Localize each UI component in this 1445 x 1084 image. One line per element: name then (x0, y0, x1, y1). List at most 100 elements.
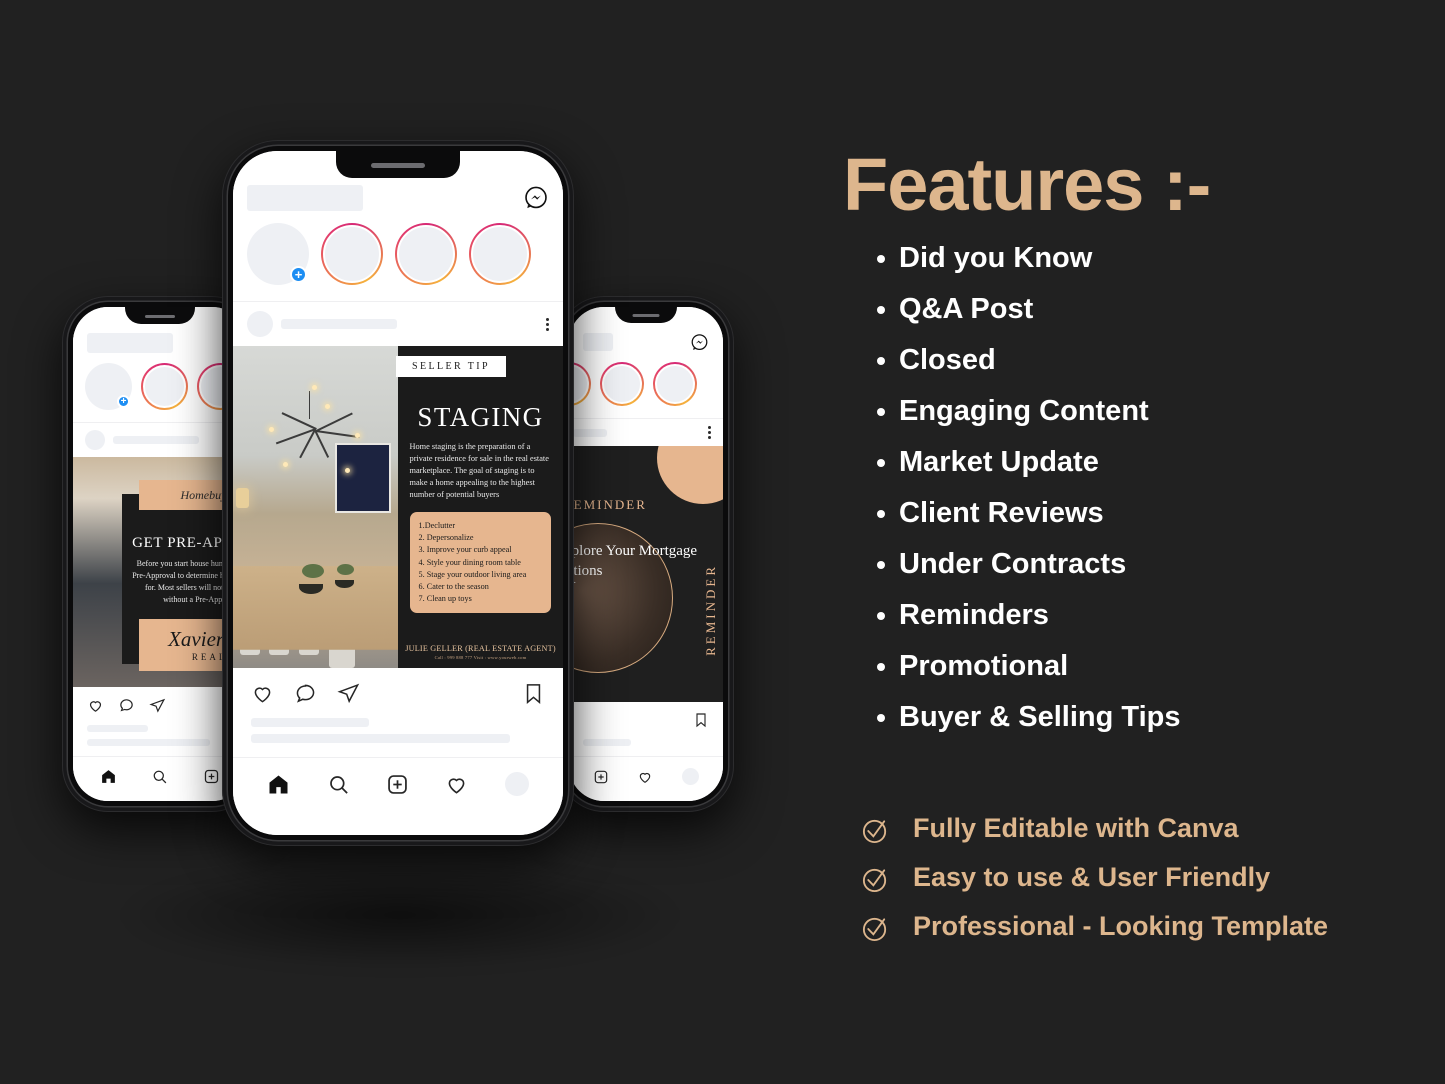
features-list: Did you Know Q&A Post Closed Engaging Co… (843, 244, 1403, 732)
feature-item: Closed (843, 346, 1403, 375)
artwork-body: Home staging is the preparation of a pri… (409, 442, 549, 500)
post-caption-right (569, 732, 723, 756)
story-your-story[interactable]: + (247, 223, 309, 285)
story-your-story[interactable]: + (85, 363, 132, 410)
home-icon[interactable] (267, 773, 290, 796)
add-post-icon[interactable] (386, 773, 409, 796)
add-post-icon[interactable] (203, 768, 220, 785)
avatar[interactable] (85, 430, 105, 450)
artwork-title: STAGING (417, 402, 544, 432)
story-item[interactable] (321, 223, 383, 285)
stories-tray[interactable]: + (233, 211, 563, 301)
post-image-right[interactable]: REMINDER Explore Your Mortgage Options R… (569, 446, 723, 702)
home-icon[interactable] (100, 768, 117, 785)
features-panel: Features :- Did you Know Q&A Post Closed… (843, 148, 1403, 754)
more-options-icon[interactable] (546, 317, 549, 331)
activity-icon[interactable] (637, 769, 653, 785)
caption-line (87, 725, 149, 732)
benefit-label: Fully Editable with Canva (913, 813, 1239, 843)
chandelier-bulb (312, 384, 318, 390)
earpiece-speaker (145, 314, 175, 318)
post-actions-right[interactable] (569, 702, 723, 732)
chandelier-stem (308, 391, 310, 420)
bottom-tabbar-left[interactable] (73, 756, 247, 801)
story-item[interactable] (653, 362, 697, 406)
post-caption-left (73, 718, 247, 756)
artwork-footer: JULIE GELLER (REAL ESTATE AGENT) Call : … (398, 644, 563, 660)
artwork-top-label: REMINDER (569, 497, 647, 513)
benefit-row: Professional - Looking Template (860, 910, 1420, 944)
post-artwork-staging: SELLER TIP STAGING Home staging is the p… (233, 346, 563, 668)
search-icon[interactable] (327, 773, 350, 796)
story-item[interactable] (600, 362, 644, 406)
share-icon[interactable] (149, 697, 166, 714)
check-circle-icon (860, 815, 891, 846)
phone-notch (125, 307, 195, 324)
post-artwork-pre-approved: Homebuying Tips GET PRE-APPROVED Before … (73, 457, 247, 687)
agent-contact: Call : 999 888 777 Visit : www.yourweb.c… (434, 655, 527, 660)
bottom-tabbar-center[interactable] (233, 757, 563, 818)
post-image-left[interactable]: Homebuying Tips GET PRE-APPROVED Before … (73, 457, 247, 687)
bottom-tabbar-right[interactable] (569, 756, 723, 801)
comment-icon[interactable] (294, 682, 317, 705)
artwork-steps-card: 1.Declutter 2. Depersonalize 3. Improve … (409, 512, 552, 614)
earpiece-speaker (632, 314, 660, 318)
add-story-plus-icon[interactable]: + (290, 266, 307, 283)
chandelier-bulb (355, 432, 361, 438)
like-icon[interactable] (87, 697, 104, 714)
chandelier-bulb (282, 461, 288, 467)
phone-group-shadow (120, 860, 680, 970)
step-item: 4. Style your dining room table (418, 557, 521, 567)
step-item: 7. Clean up toys (418, 593, 472, 603)
add-story-plus-icon[interactable]: + (117, 395, 130, 408)
stories-tray[interactable]: + (73, 353, 247, 422)
post-actions-left[interactable] (73, 687, 247, 718)
feature-item: Did you Know (843, 244, 1403, 273)
phone-notch (615, 307, 677, 323)
profile-avatar[interactable] (681, 768, 699, 785)
phone-mockup-right: REMINDER Explore Your Mortgage Options R… (558, 296, 734, 812)
feature-item: Market Update (843, 448, 1403, 477)
save-icon[interactable] (693, 712, 709, 728)
feature-item: Under Contracts (843, 550, 1403, 579)
earpiece-speaker (371, 163, 425, 169)
instagram-logo-placeholder (583, 333, 613, 351)
artwork-text-panel: SELLER TIP STAGING Home staging is the p… (396, 346, 563, 668)
phone-screen-right: REMINDER Explore Your Mortgage Options R… (569, 307, 723, 801)
caption-line (251, 734, 510, 743)
more-options-icon[interactable] (708, 426, 711, 439)
instagram-app-left: + Homebuying Tips GET PRE-APPROVED (73, 307, 247, 801)
post-header (233, 302, 563, 346)
profile-avatar[interactable] (504, 772, 529, 796)
share-icon[interactable] (337, 682, 360, 705)
post-image-center[interactable]: SELLER TIP STAGING Home staging is the p… (233, 346, 563, 668)
features-heading: Features :- (843, 143, 1211, 226)
messenger-icon[interactable] (523, 185, 549, 211)
username-placeholder (281, 319, 397, 329)
comment-icon[interactable] (118, 697, 135, 714)
save-icon[interactable] (522, 682, 545, 705)
activity-icon[interactable] (445, 773, 468, 796)
caption-line (87, 739, 210, 746)
search-icon[interactable] (151, 768, 168, 785)
step-item: 1.Declutter (418, 521, 456, 531)
post-actions-center[interactable] (233, 668, 563, 711)
chandelier-arm (281, 412, 317, 430)
avatar[interactable] (247, 311, 273, 337)
add-post-icon[interactable] (593, 769, 609, 785)
messenger-icon[interactable] (690, 333, 709, 352)
caption-line (583, 739, 631, 746)
benefit-label: Professional - Looking Template (913, 911, 1329, 941)
seller-tip-badge: SELLER TIP (396, 356, 506, 377)
stories-tray[interactable] (569, 352, 723, 418)
slide-canvas: + Homebuying Tips GET PRE-APPROVED (0, 0, 1445, 1084)
story-item[interactable] (395, 223, 457, 285)
story-item[interactable] (469, 223, 531, 285)
username-placeholder (113, 436, 199, 444)
like-icon[interactable] (251, 682, 274, 705)
story-item[interactable] (141, 363, 188, 410)
post-header (73, 423, 247, 457)
post-header (569, 419, 723, 446)
feature-item: Engaging Content (843, 397, 1403, 426)
artwork-corner-blob (657, 446, 723, 504)
